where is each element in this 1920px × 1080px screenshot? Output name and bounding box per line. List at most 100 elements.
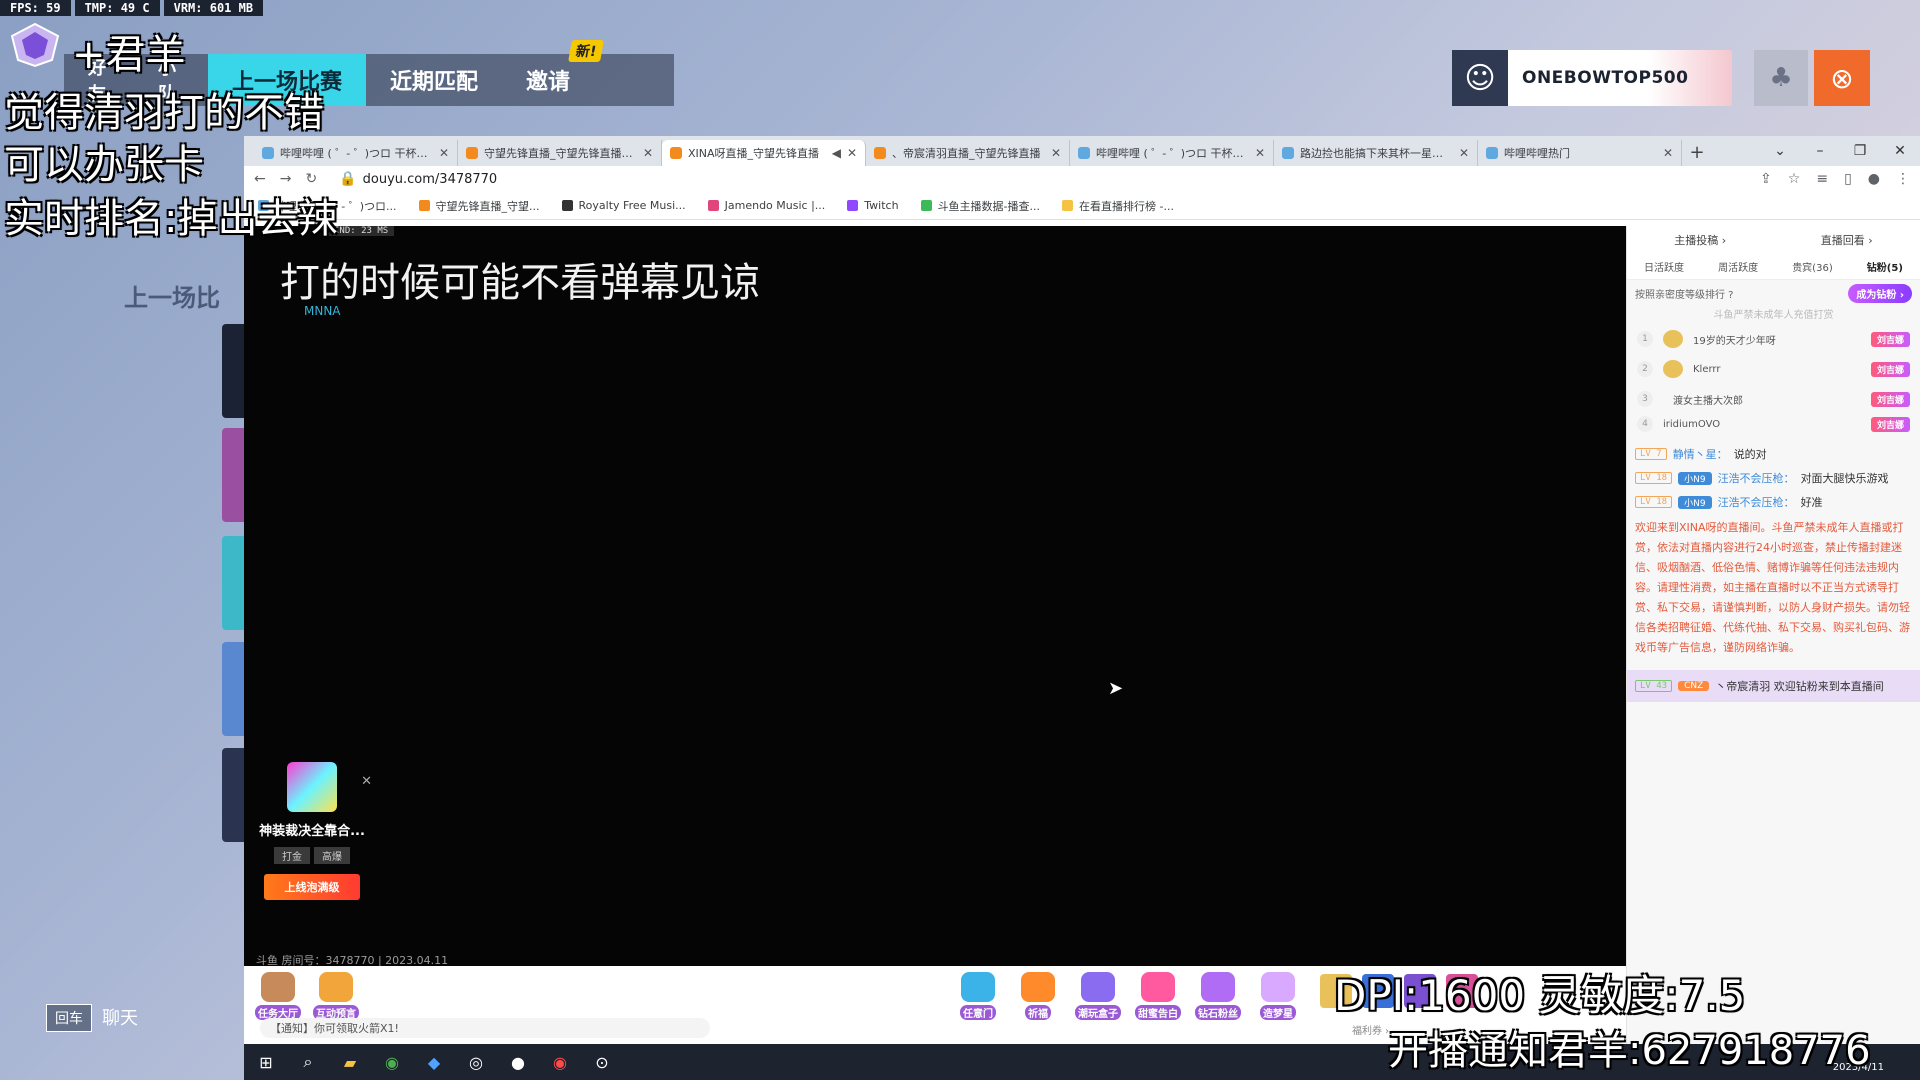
tab-vip[interactable]: 贵宾(36) xyxy=(1792,259,1833,274)
match-card[interactable] xyxy=(222,428,246,522)
tab-weekly[interactable]: 周活跃度 xyxy=(1718,259,1758,274)
bookmark-item[interactable]: Royalty Free Musi... xyxy=(561,199,686,212)
restore-icon[interactable]: ❐ xyxy=(1840,136,1880,166)
browser-tab[interactable]: 、帝宸清羽直播_守望先锋直播 ✕ xyxy=(866,140,1070,166)
tab-diamond-fans[interactable]: 钻粉(5) xyxy=(1867,259,1903,274)
welfare-voucher[interactable]: 福利券 › xyxy=(1352,1022,1389,1037)
nav-invite[interactable]: 邀请 新! xyxy=(502,40,604,106)
social-button[interactable]: ♣ xyxy=(1754,50,1808,106)
browser-tab[interactable]: 哔哩哔哩 ( ゜- ゜)つロ 干杯~-bili ✕ xyxy=(1070,140,1274,166)
match-card[interactable] xyxy=(222,324,246,418)
chat-list: LV 7 静情丶星： 说的对 LV 18 小N9 汪浩不会压枪： 对面大腿快乐游… xyxy=(1627,434,1920,706)
rank-row[interactable]: 3 渡女主播大次郎 刘吉娜 xyxy=(1627,384,1920,414)
blessing-button[interactable]: 祈福 xyxy=(1010,972,1066,1021)
bilibili-icon xyxy=(1282,147,1294,159)
close-icon[interactable]: ✕ xyxy=(1255,146,1265,160)
fan-medal: 小N9 xyxy=(1678,495,1712,509)
close-icon[interactable]: ✕ xyxy=(643,146,653,160)
forward-icon[interactable]: → xyxy=(280,171,292,187)
chat-label[interactable]: 聊天 xyxy=(102,1004,138,1030)
game-ad[interactable]: ✕ 神装裁决全靠合... 打金 高爆 上线泡满级 xyxy=(252,762,372,900)
share-icon[interactable]: ⇪ xyxy=(1760,171,1772,187)
portal-button[interactable]: 任意门 xyxy=(950,972,1006,1021)
chat-message[interactable]: LV 18 小N9 汪浩不会压枪： 好准 xyxy=(1635,494,1912,510)
reading-list-icon[interactable]: ≡ xyxy=(1816,171,1828,187)
rank-row[interactable]: 1 19岁的天才少年呀 刘吉娜 xyxy=(1627,324,1920,354)
chat-message[interactable]: LV 18 小N9 汪浩不会压枪： 对面大腿快乐游戏 xyxy=(1635,470,1912,486)
bookmark-item[interactable]: 斗鱼主播数据-播查... xyxy=(920,198,1040,214)
reload-icon[interactable]: ↻ xyxy=(305,171,317,187)
medal-icon xyxy=(1663,330,1683,348)
match-card[interactable] xyxy=(222,748,246,842)
dream-star-button[interactable]: 造梦星 xyxy=(1250,972,1306,1021)
browser-tab[interactable]: 哔哩哔哩热门 ✕ xyxy=(1478,140,1682,166)
video-player[interactable]: IND: 23 MS 打的时候可能不看弹幕见谅 MNNA ✕ 神装裁决全靠合..… xyxy=(244,226,1626,967)
overlay-dpi: DPI:1600 灵敏度:7.5 xyxy=(1334,971,1746,1020)
replay-link[interactable]: 直播回看 › xyxy=(1821,232,1873,248)
address-bar[interactable]: douyu.com/3478770 xyxy=(363,172,498,187)
diamond-icon xyxy=(1201,972,1235,1002)
file-explorer-icon[interactable]: ▰ xyxy=(338,1050,362,1074)
confession-button[interactable]: 甜蜜告白 xyxy=(1130,972,1186,1021)
bookmark-item[interactable]: Twitch xyxy=(847,199,899,212)
chart-icon xyxy=(920,200,932,211)
close-icon[interactable]: ✕ xyxy=(361,774,372,789)
new-tab-button[interactable]: + xyxy=(1682,140,1712,166)
rank-row[interactable]: 2 Klerrr 刘吉娜 xyxy=(1627,354,1920,384)
chat-nick[interactable]: 汪浩不会压枪： xyxy=(1718,470,1795,486)
chat-nick[interactable]: 汪浩不会压枪： xyxy=(1718,494,1795,510)
section-title: 上一场比 xyxy=(124,284,220,312)
browser-tab[interactable]: 守望先锋直播_守望先锋直播解说 ✕ xyxy=(458,140,662,166)
player-profile[interactable]: ☺ ONEBOWTOP500 xyxy=(1452,50,1732,106)
chrome-icon[interactable]: ◉ xyxy=(380,1050,404,1074)
menu-icon[interactable]: ⋮ xyxy=(1896,171,1910,187)
rank-row[interactable]: 4 iridiumOVO 刘吉娜 xyxy=(1627,414,1920,434)
streamer-uploads-link[interactable]: 主播投稿 › xyxy=(1674,232,1726,248)
overlay-notice: 开播通知君羊:627918776 xyxy=(1388,1028,1871,1074)
bookmark-item[interactable]: Jamendo Music |... xyxy=(707,199,825,212)
overwatch-icon[interactable]: ⊙ xyxy=(590,1050,614,1074)
browser-tab[interactable]: 哔哩哔哩 ( ゜- ゜)つロ 干杯~-bili ✕ xyxy=(254,140,458,166)
chat-nick[interactable]: 静情丶星： xyxy=(1673,446,1728,462)
bookmark-item[interactable]: 在看直播排行榜 -... xyxy=(1062,198,1174,214)
app-icon[interactable]: ● xyxy=(506,1050,530,1074)
bookmark-star-icon[interactable]: ☆ xyxy=(1788,171,1801,187)
speaker-icon[interactable]: ◀ xyxy=(832,146,841,160)
become-fan-button[interactable]: 成为钻粉 › xyxy=(1848,283,1912,303)
match-card[interactable] xyxy=(222,642,246,736)
ad-cta-button[interactable]: 上线泡满级 xyxy=(264,874,360,900)
prediction-button[interactable]: 互动预言 xyxy=(308,972,364,1021)
diamond-fan-button[interactable]: 钻石粉丝 xyxy=(1190,972,1246,1021)
bookmark-item[interactable]: 守望先锋直播_守望... xyxy=(418,198,540,214)
browser-tab-active[interactable]: XINA呀直播_守望先锋直播 ◀ ✕ xyxy=(662,140,866,166)
close-icon[interactable]: ✕ xyxy=(1663,146,1673,160)
windows-start-icon[interactable]: ⊞ xyxy=(254,1050,278,1074)
tab-search-icon[interactable]: ⌄ xyxy=(1760,136,1800,166)
chat-text: 对面大腿快乐游戏 xyxy=(1800,472,1889,485)
close-window-icon[interactable]: ✕ xyxy=(1880,136,1920,166)
tab-daily[interactable]: 日活跃度 xyxy=(1644,259,1684,274)
close-icon[interactable]: ✕ xyxy=(1051,146,1061,160)
toy-box-button[interactable]: 潮玩盒子 xyxy=(1070,972,1126,1021)
browser-tab[interactable]: 路边捡也能搞下来其杯一星？全 ✕ xyxy=(1274,140,1478,166)
side-panel-icon[interactable]: ▯ xyxy=(1844,171,1852,187)
netease-music-icon[interactable]: ◉ xyxy=(548,1050,572,1074)
profile-icon[interactable]: ● xyxy=(1868,171,1880,187)
chat-message[interactable]: LV 7 静情丶星： 说的对 xyxy=(1635,446,1912,462)
close-icon[interactable]: ✕ xyxy=(1459,146,1469,160)
bookmarks-bar: 哔哩哔哩 ( ゜- ゜)つロ... 守望先锋直播_守望... Royalty F… xyxy=(244,192,1920,220)
app-icon[interactable]: ◆ xyxy=(422,1050,446,1074)
nav-recent-players[interactable]: 近期匹配 xyxy=(366,54,502,106)
back-icon[interactable]: ← xyxy=(254,171,266,187)
search-icon[interactable]: ⌕ xyxy=(296,1050,320,1074)
task-hall-button[interactable]: 任务大厅 xyxy=(250,972,306,1021)
close-icon[interactable]: ✕ xyxy=(847,146,857,160)
enter-key-hint[interactable]: 回车 xyxy=(46,1004,92,1032)
ad-thumbnail[interactable] xyxy=(287,762,337,812)
minimize-icon[interactable]: – xyxy=(1800,136,1840,166)
close-icon[interactable]: ✕ xyxy=(439,146,449,160)
obs-icon[interactable]: ◎ xyxy=(464,1050,488,1074)
overwatch-menu-button[interactable]: ⊗ xyxy=(1814,50,1870,106)
match-card[interactable] xyxy=(222,536,246,630)
notice-bar[interactable]: 【通知】你可领取火箭X1! xyxy=(260,1018,710,1038)
